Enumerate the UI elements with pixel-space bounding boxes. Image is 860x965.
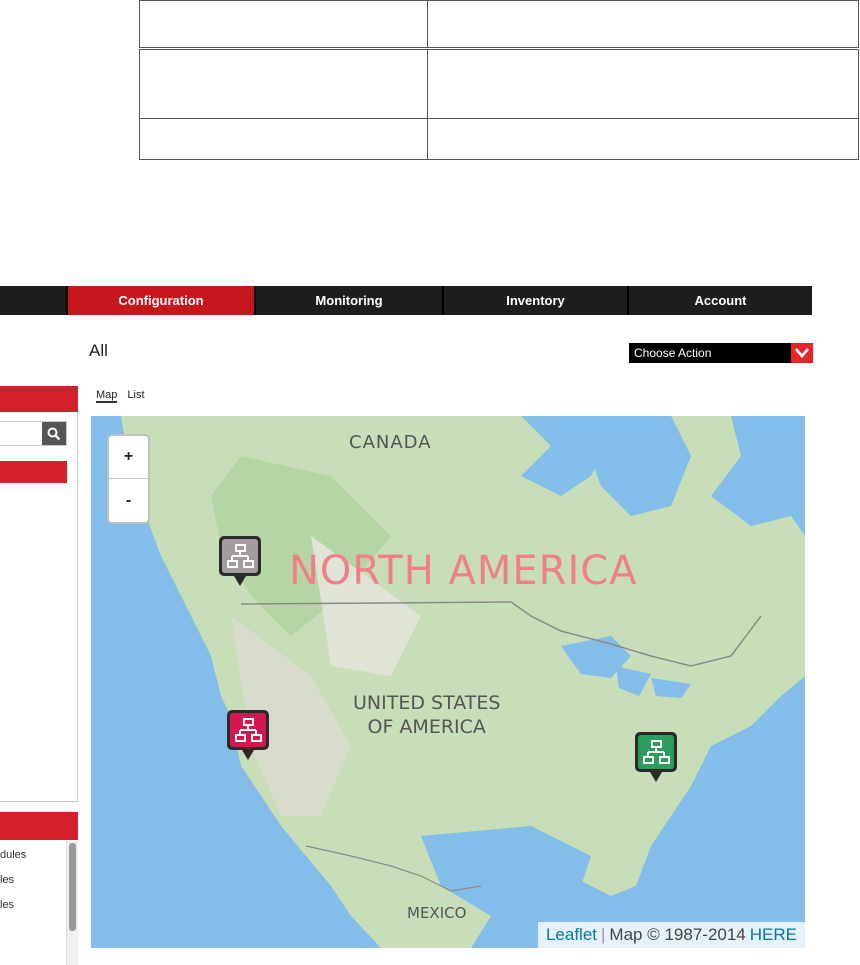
zoom-out-button[interactable]: - (109, 479, 148, 522)
nav-item-account[interactable]: Account (629, 286, 812, 315)
map-view[interactable]: + - CANADA NORTH AMERICA UNITED STATES O… (91, 416, 805, 948)
search-icon (47, 427, 61, 440)
choose-action-select[interactable]: Choose Action (629, 343, 813, 363)
map-label-usa-line1: UNITED STATES (353, 692, 501, 714)
sidebar-list: dules les les (0, 844, 64, 919)
map-copyright: Map © 1987-2014 (609, 925, 746, 944)
zoom-in-button[interactable]: + (109, 436, 148, 479)
list-item[interactable]: les (0, 869, 64, 894)
attribution-separator: | (601, 925, 606, 944)
nav-item-configuration[interactable]: Configuration (68, 286, 256, 315)
sidebar-selected-item[interactable] (0, 461, 67, 483)
view-tabs: Map List (96, 389, 145, 403)
nav-item-inventory[interactable]: Inventory (444, 286, 629, 315)
red-site-marker[interactable] (225, 708, 271, 762)
table-cell (139, 48, 428, 119)
green-site-marker[interactable] (633, 730, 679, 784)
table-cell (427, 118, 859, 160)
main-nav: Configuration Monitoring Inventory Accou… (0, 286, 812, 315)
search-button[interactable] (42, 422, 66, 445)
list-item[interactable]: les (0, 894, 64, 919)
scrollbar-thumb[interactable] (69, 843, 76, 931)
table-cell (139, 118, 428, 160)
here-link[interactable]: HERE (750, 925, 797, 945)
choose-action-label: Choose Action (634, 346, 712, 360)
zoom-control: + - (107, 434, 150, 524)
table-cell (427, 48, 859, 119)
leaflet-link[interactable]: Leaflet (546, 925, 597, 945)
nav-item-monitoring[interactable]: Monitoring (256, 286, 444, 315)
table-cell (427, 0, 859, 50)
map-label-mexico: MEXICO (407, 904, 467, 922)
sidebar-scrollbar[interactable] (66, 841, 78, 965)
map-basemap (91, 416, 805, 948)
chevron-down-icon[interactable] (791, 343, 813, 363)
tab-map[interactable]: Map (96, 389, 118, 403)
nav-item-home[interactable] (0, 286, 68, 315)
page-title: All (89, 341, 108, 360)
map-label-usa: UNITED STATES OF AMERICA (353, 691, 500, 739)
list-item[interactable]: dules (0, 844, 64, 869)
map-label-usa-line2: OF AMERICA (367, 716, 486, 738)
map-label-north-america: NORTH AMERICA (289, 548, 638, 594)
map-attribution: Leaflet | Map © 1987-2014 HERE (537, 922, 805, 948)
map-label-canada: CANADA (349, 432, 432, 453)
table-cell (139, 0, 428, 50)
sidebar-section-header (0, 812, 78, 840)
empty-table (139, 0, 859, 160)
tab-list[interactable]: List (127, 389, 144, 403)
gray-site-marker[interactable] (217, 534, 263, 588)
sidebar-header (0, 386, 78, 412)
